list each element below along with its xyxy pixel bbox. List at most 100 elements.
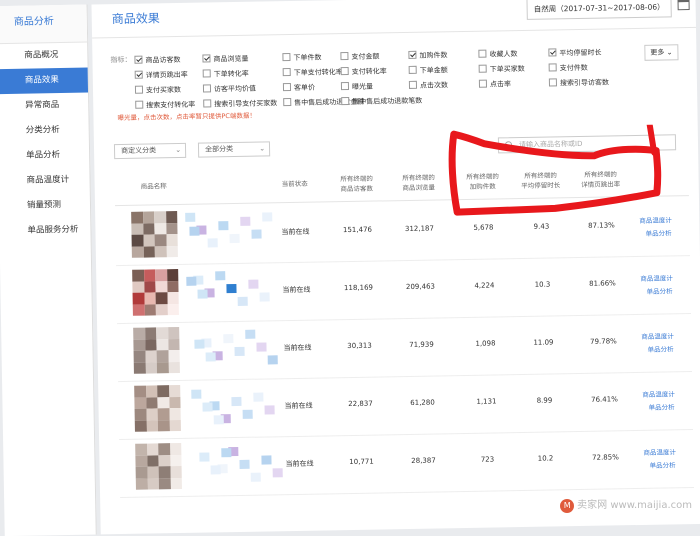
- metric-checkbox[interactable]: 点击率: [478, 79, 512, 90]
- checkbox-icon[interactable]: [202, 54, 211, 63]
- cell-cart: 4,224: [474, 281, 495, 290]
- cell-visitors: 118,169: [343, 283, 374, 293]
- metric-checkbox[interactable]: 访客平均价值: [202, 84, 256, 95]
- sidebar-item-category[interactable]: 分类分析: [0, 118, 89, 145]
- metric-label: 客单价: [293, 83, 316, 92]
- single-analysis-link[interactable]: 单品分析: [645, 227, 672, 237]
- product-title-blurred[interactable]: [185, 211, 276, 253]
- header-cart[interactable]: 所有终端的 加购件数: [454, 171, 510, 192]
- checkbox-icon[interactable]: [282, 53, 291, 62]
- checkbox-icon[interactable]: [340, 81, 350, 91]
- checkbox-icon[interactable]: [341, 96, 350, 106]
- single-analysis-link[interactable]: 单品分析: [650, 459, 676, 469]
- checkbox-icon[interactable]: [408, 50, 417, 59]
- checkbox-icon[interactable]: [408, 65, 417, 74]
- thermometer-link[interactable]: 商品温度计: [641, 330, 674, 341]
- product-thumbnail[interactable]: [132, 269, 179, 316]
- all-category-select[interactable]: 全部分类 ⌄: [197, 141, 271, 158]
- metric-checkbox[interactable]: 搜索引导支付买家数: [203, 98, 277, 109]
- header-stay[interactable]: 所有终端的 平均停留时长: [510, 170, 570, 191]
- metric-checkbox[interactable]: 下单金额: [408, 65, 448, 76]
- header-status: 当前状态: [281, 179, 308, 189]
- thermometer-link[interactable]: 商品温度计: [639, 214, 672, 225]
- metric-label: 支付金额: [351, 52, 380, 61]
- metric-checkbox[interactable]: 支付件数: [548, 63, 588, 74]
- checkbox-icon[interactable]: [202, 84, 212, 93]
- metric-checkbox[interactable]: 下单件数: [282, 52, 322, 63]
- thermometer-link[interactable]: 商品温度计: [643, 446, 676, 457]
- metric-checkbox[interactable]: 客单价: [282, 83, 316, 94]
- metric-checkbox[interactable]: 搜索引导访客数: [548, 77, 609, 88]
- checkbox-icon[interactable]: [478, 79, 488, 88]
- metric-checkbox[interactable]: 收藏人数: [478, 49, 518, 60]
- product-title-blurred[interactable]: [187, 327, 278, 369]
- checkbox-icon[interactable]: [478, 64, 487, 73]
- header-bounce[interactable]: 所有终端的 详情页跳出率: [570, 169, 630, 190]
- metric-checkbox[interactable]: 曝光量: [340, 81, 373, 93]
- checkbox-icon[interactable]: [340, 66, 349, 76]
- checkbox-icon[interactable]: [203, 99, 212, 108]
- thermometer-link[interactable]: 商品温度计: [642, 388, 675, 399]
- calendar-icon[interactable]: [677, 0, 690, 11]
- checkbox-icon[interactable]: [408, 80, 418, 89]
- single-analysis-link[interactable]: 单品分析: [646, 285, 673, 295]
- chevron-down-icon: ⌄: [259, 144, 266, 153]
- checkbox-icon[interactable]: [282, 68, 291, 77]
- metric-label: 点击率: [489, 80, 512, 89]
- checkbox-icon[interactable]: [548, 48, 557, 57]
- checkbox-icon[interactable]: [282, 83, 292, 92]
- thermometer-link[interactable]: 商品温度计: [640, 272, 673, 283]
- metric-label: 收藏人数: [489, 50, 518, 59]
- date-range-text: 自然周（2017-07-31~2017-08-06）: [533, 2, 665, 14]
- checkbox-icon[interactable]: [340, 51, 349, 61]
- checkbox-icon[interactable]: [202, 69, 211, 78]
- metric-checkbox[interactable]: 支付金额: [340, 51, 380, 62]
- metric-checkbox[interactable]: 商品浏览量: [202, 54, 249, 65]
- metric-checkbox[interactable]: 详情页跳出率: [134, 70, 188, 81]
- checkbox-icon[interactable]: [478, 49, 487, 58]
- metric-checkbox[interactable]: 搜索支付转化率: [135, 100, 195, 111]
- metric-checkbox[interactable]: 支付转化率: [340, 66, 387, 77]
- product-thumbnail[interactable]: [131, 211, 178, 258]
- metric-label: 搜索支付转化率: [146, 100, 196, 110]
- metric-checkbox[interactable]: 商品访客数: [134, 55, 181, 66]
- metric-checkbox[interactable]: 点击次数: [408, 80, 448, 91]
- product-title-blurred[interactable]: [189, 443, 283, 485]
- header-views[interactable]: 所有终端的 商品浏览量: [390, 172, 446, 193]
- metric-checkbox[interactable]: 下单买家数: [478, 64, 525, 75]
- checkbox-icon[interactable]: [135, 100, 144, 109]
- more-button[interactable]: 更多 ⌄: [644, 44, 679, 61]
- custom-category-select[interactable]: 商定义分类 ⌄: [113, 142, 187, 160]
- metric-checkbox[interactable]: 平均停留时长: [548, 48, 601, 59]
- checkbox-icon[interactable]: [283, 98, 292, 107]
- checkbox-icon[interactable]: [548, 63, 557, 72]
- product-title-blurred[interactable]: [186, 269, 277, 311]
- metric-checkbox[interactable]: 下单转化率: [202, 69, 249, 80]
- sidebar-item-overview[interactable]: 商品概况: [0, 43, 88, 70]
- checkbox-icon[interactable]: [134, 70, 143, 79]
- sidebar-item-abnormal[interactable]: 异常商品: [0, 93, 88, 120]
- single-analysis-link[interactable]: 单品分析: [649, 401, 675, 411]
- cell-status: 当前在线: [284, 401, 313, 411]
- header-visitors[interactable]: 所有终端的 商品访客数: [329, 173, 385, 194]
- sidebar-item-effect[interactable]: 商品效果: [0, 67, 89, 95]
- single-analysis-link[interactable]: 单品分析: [648, 343, 674, 353]
- product-thumbnail[interactable]: [134, 384, 181, 432]
- sidebar-item-service[interactable]: 单品服务分析: [0, 218, 91, 245]
- metric-checkbox[interactable]: 支付买家数: [134, 85, 181, 96]
- sidebar-item-single[interactable]: 单品分析: [0, 143, 89, 170]
- metric-checkbox[interactable]: 下单支付转化率: [282, 67, 343, 78]
- cell-cart: 723: [480, 455, 495, 464]
- sidebar-item-thermometer[interactable]: 商品温度计: [0, 168, 90, 195]
- product-thumbnail[interactable]: [135, 442, 182, 490]
- product-title-blurred[interactable]: [188, 385, 279, 427]
- metric-checkbox[interactable]: 售中售后成功退款笔数: [341, 96, 422, 107]
- checkbox-icon[interactable]: [548, 78, 558, 87]
- checkbox-icon[interactable]: [134, 85, 144, 94]
- sidebar-item-forecast[interactable]: 销量预测: [0, 193, 90, 220]
- product-search-input[interactable]: 请输入商品名称或ID: [497, 134, 677, 154]
- checkbox-icon[interactable]: [134, 55, 143, 64]
- metric-checkbox[interactable]: 加购件数: [408, 50, 448, 61]
- product-thumbnail[interactable]: [133, 326, 180, 374]
- date-range-picker[interactable]: 自然周（2017-07-31~2017-08-06）: [526, 0, 672, 20]
